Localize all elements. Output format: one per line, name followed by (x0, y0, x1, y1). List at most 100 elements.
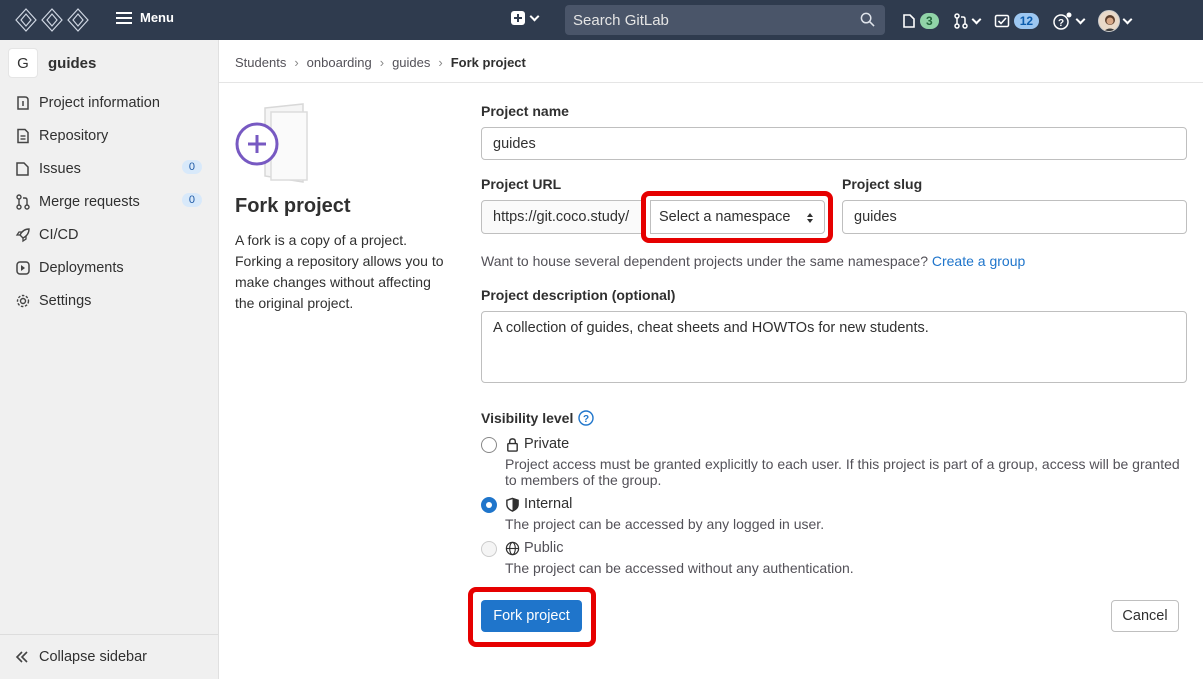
visibility-internal-text: Internal (524, 496, 573, 512)
visibility-public-label[interactable]: Public (505, 540, 564, 556)
create-new-button[interactable] (511, 11, 540, 25)
help-nav-button[interactable]: ? (1053, 12, 1086, 30)
sidebar-item-settings[interactable]: Settings (0, 284, 218, 317)
visibility-private-label[interactable]: Private (505, 436, 569, 452)
nav-icons: 3 12 ? (902, 10, 1145, 32)
chevron-down-icon (971, 14, 982, 24)
cancel-button[interactable]: Cancel (1111, 600, 1179, 632)
menu-label: Menu (140, 10, 174, 25)
issues-count-badge: 3 (920, 13, 939, 29)
merge-request-icon (16, 193, 30, 210)
collapse-sidebar-button[interactable]: Collapse sidebar (0, 634, 218, 679)
visibility-internal-label[interactable]: Internal (505, 496, 572, 512)
gear-icon (16, 294, 30, 307)
breadcrumb: Students › onboarding › guides › Fork pr… (235, 55, 526, 70)
sidebar-item-label: Merge requests (39, 193, 140, 210)
visibility-public-radio[interactable] (481, 541, 497, 557)
sidebar-item-project-information[interactable]: Project information (0, 86, 218, 119)
visibility-internal-radio[interactable] (481, 497, 497, 513)
user-menu-button[interactable] (1098, 10, 1133, 32)
issues-icon (16, 161, 29, 176)
project-name: guides (48, 54, 97, 72)
visibility-private-text: Private (524, 436, 570, 452)
svg-text:?: ? (583, 414, 589, 425)
visibility-public-text: Public (524, 540, 564, 556)
project-name-label: Project name (481, 103, 569, 119)
sidebar-item-ci-cd[interactable]: CI/CD (0, 218, 218, 251)
project-description-label: Project description (optional) (481, 287, 676, 303)
visibility-internal-description: The project can be accessed by any logge… (505, 516, 825, 532)
lock-icon (507, 437, 518, 452)
project-avatar: G (8, 48, 38, 78)
breadcrumb-fork-project[interactable]: Fork project (451, 55, 526, 70)
todo-check-icon (994, 14, 1009, 28)
breadcrumb-onboarding[interactable]: onboarding (307, 55, 372, 70)
deployments-icon (16, 260, 30, 275)
sidebar-item-repository[interactable]: Repository (0, 119, 218, 152)
fork-illustration-icon (235, 103, 308, 183)
visibility-level-text: Visibility level (481, 410, 574, 426)
page-description: A fork is a copy of a project. Forking a… (235, 232, 444, 311)
sidebar-item-label: Issues (39, 160, 81, 177)
menu-button[interactable]: Menu (116, 10, 174, 25)
double-chevron-left-icon (15, 651, 28, 663)
visibility-private-description: Project access must be granted explicitl… (505, 456, 1180, 488)
avatar (1098, 10, 1121, 32)
create-group-link[interactable]: Create a group (932, 253, 1025, 269)
project-url-label: Project URL (481, 176, 562, 192)
chevron-right-icon: › (294, 55, 299, 70)
chevron-right-icon: › (379, 55, 385, 70)
namespace-highlight-box (641, 191, 833, 243)
project-description-textarea[interactable]: A collection of guides, cheat sheets and… (481, 311, 1187, 383)
page-title: Fork project (235, 195, 351, 217)
search-box (565, 5, 885, 35)
visibility-private-radio[interactable] (481, 437, 497, 453)
merge-requests-nav-button[interactable] (953, 13, 982, 29)
project-slug-label: Project slug (842, 176, 923, 192)
project-url-prefix: https://git.coco.study/ (481, 200, 646, 234)
sidebar-item-merge-requests[interactable]: Merge requests 0 (0, 185, 218, 218)
issues-count-badge: 0 (181, 160, 202, 174)
visibility-public-description: The project can be accessed without any … (505, 560, 854, 576)
chevron-right-icon: › (438, 55, 443, 70)
rocket-icon (15, 227, 30, 242)
chevron-down-icon (529, 11, 540, 21)
todos-count-badge: 12 (1013, 13, 1040, 29)
visibility-level-label: Visibility level ? (481, 410, 595, 426)
info-icon (17, 95, 29, 110)
question-circle-icon[interactable]: ? (578, 410, 595, 426)
todos-nav-button[interactable]: 12 (994, 13, 1040, 29)
plus-square-icon (511, 11, 525, 25)
issues-nav-button[interactable]: 3 (902, 13, 939, 29)
collapse-sidebar-label: Collapse sidebar (39, 649, 148, 665)
breadcrumb-students[interactable]: Students (235, 55, 286, 70)
sidebar-item-issues[interactable]: Issues 0 (0, 152, 218, 185)
logo-icon[interactable] (14, 5, 92, 35)
sidebar-item-label: CI/CD (39, 226, 79, 243)
sidebar-item-label: Settings (39, 292, 92, 309)
fork-button-highlight-box (468, 587, 596, 647)
top-bar: Menu 3 (0, 0, 1203, 40)
sidebar-item-label: Repository (39, 127, 109, 144)
hamburger-icon (116, 11, 132, 24)
doc-icon (17, 128, 29, 143)
shield-icon (506, 497, 519, 512)
namespace-help-text: Want to house several dependent projects… (481, 253, 1025, 269)
merge-request-icon (953, 13, 968, 29)
search-input[interactable] (573, 11, 853, 29)
sidebar-project-header[interactable]: G guides (8, 48, 96, 78)
merge-requests-count-badge: 0 (181, 193, 202, 207)
search-icon[interactable] (860, 12, 875, 27)
svg-text:?: ? (1058, 18, 1064, 29)
sidebar-item-label: Deployments (39, 259, 124, 276)
globe-icon (505, 541, 520, 555)
project-slug-input[interactable]: guides (842, 200, 1187, 234)
sidebar: G guides Project information Repository … (0, 40, 219, 679)
namespace-help-message: Want to house several dependent projects… (481, 253, 928, 269)
help-icon: ? (1053, 12, 1072, 30)
sidebar-item-label: Project information (39, 94, 160, 111)
sidebar-item-deployments[interactable]: Deployments (0, 251, 218, 284)
chevron-down-icon (1122, 14, 1133, 24)
project-name-input[interactable]: guides (481, 127, 1187, 160)
breadcrumb-guides[interactable]: guides (392, 55, 430, 70)
